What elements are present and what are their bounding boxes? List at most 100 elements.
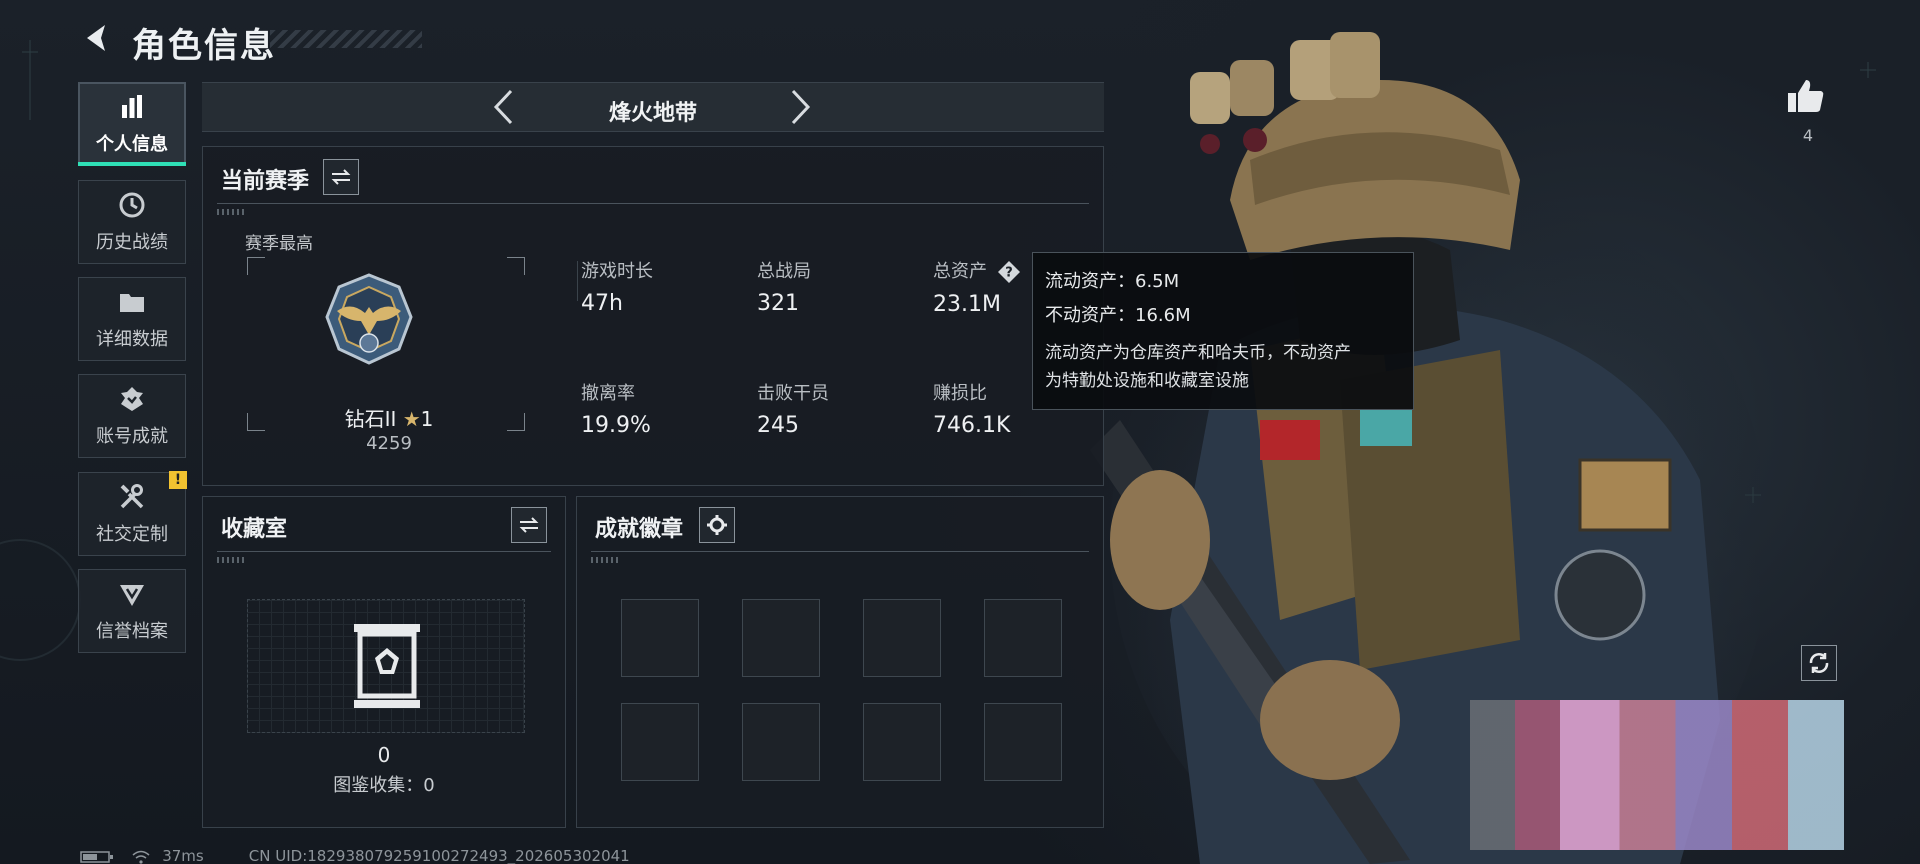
rank-emblem-icon [325,273,413,365]
sidebar-item-account-achievements[interactable]: 账号成就 [78,374,186,458]
switch-season-button[interactable] [323,159,359,195]
sidebar-item-label: 详细数据 [96,329,168,350]
like-count: 4 [1802,126,1814,145]
sidebar-item-label: 账号成就 [96,426,168,447]
sidebar-item-detailed-data[interactable]: 详细数据 [78,277,186,361]
season-title: 当前赛季 [221,169,310,194]
frame-corner [247,413,265,431]
help-icon[interactable]: ? [997,260,1021,284]
svg-text:?: ? [1005,266,1013,281]
stat-label: 撤离率 [581,383,635,404]
uid: CN UID:182938079259100272493_20260530204… [248,847,630,864]
rank-label: 钻石II ★1 [329,403,449,432]
collection-panel: 收藏室 0 图鉴收集：0 [202,496,566,828]
stat-play-time: 游戏时长 47h [581,257,653,316]
pixelated-area [1470,700,1844,850]
sidebar-item-history[interactable]: 历史战绩 [78,180,186,264]
back-button[interactable] [76,18,116,58]
assets-desc-line1: 流动资产为仓库资产和哈夫币，不动资产 [1045,343,1351,363]
reputation-icon [120,585,144,606]
badge-slot[interactable] [742,599,820,677]
sidebar-item-label: 历史战绩 [96,232,168,253]
swap-icon [519,517,539,533]
season-best-label: 赛季最高 [245,234,313,254]
rank-name: 钻石II [344,407,397,431]
codex-collection: 图鉴收集：0 [333,775,435,796]
like-button[interactable] [1786,78,1830,118]
stat-value: 47h [581,291,623,316]
badge-slot[interactable] [863,703,941,781]
badge-slot[interactable] [863,599,941,677]
next-mode-button[interactable] [780,87,820,127]
badge-slot[interactable] [984,703,1062,781]
sidebar-item-personal-info[interactable]: 个人信息 [78,82,186,166]
thumbs-up-icon [1788,80,1824,112]
warning-badge: ! [169,471,187,489]
refresh-icon [1809,653,1829,673]
bar-chart-icon [122,95,142,118]
sidebar-item-social-customize[interactable]: 社交定制 ! [78,471,187,556]
divider [217,551,551,552]
frame-corner [507,257,525,275]
assets-tooltip: 流动资产：6.5M 不动资产：16.6M 流动资产为仓库资产和哈夫币，不动资产 … [1032,252,1414,410]
achievements-title: 成就徽章 [595,517,684,542]
frame-corner [247,257,265,275]
badge-slot[interactable] [742,703,820,781]
sidebar-item-reputation[interactable]: 信誉档案 [78,569,186,653]
divider-marks [591,557,619,563]
frame-corner [507,413,525,431]
sidebar-item-label: 个人信息 [96,134,168,155]
collection-preview[interactable] [247,599,525,733]
stat-label: 赚损比 [933,383,987,404]
stat-value: 19.9% [581,413,651,438]
badge-slot[interactable] [621,599,699,677]
stat-profit-loss: 赚损比 746.1K [933,379,1010,438]
mode-name: 烽火地带 [608,101,697,126]
switch-collection-button[interactable] [511,507,547,543]
gear-icon [707,515,727,535]
wifi-icon [132,850,150,864]
mode-selector: 烽火地带 [202,82,1104,132]
collection-count: 0 [377,743,391,767]
rank-points: 4259 [366,433,412,454]
stat-label: 总战局 [757,261,811,282]
badge-slot[interactable] [984,599,1062,677]
sidebar-item-label: 社交定制 [96,524,168,545]
stat-total-matches: 总战局 321 [757,257,811,316]
title-decoration [270,30,422,48]
stat-label: 总资产 ? [933,257,1021,284]
folder-icon [120,294,144,312]
divider [591,551,1089,552]
stat-value: 245 [757,413,799,438]
stat-label-text: 总资产 [933,261,987,282]
divider [577,261,578,301]
achievement-icon [121,387,143,411]
rank-stars: 1 [420,407,434,431]
ping: 37ms [162,847,204,864]
stat-label: 击败干员 [757,383,829,404]
liquid-assets: 流动资产：6.5M [1045,271,1180,292]
back-arrow-icon [87,25,105,51]
divider-marks [217,209,245,215]
sidebar-item-label: 信誉档案 [96,621,168,642]
stat-value: 321 [757,291,799,316]
stat-extract-rate: 撤离率 19.9% [581,379,651,438]
divider [217,203,1089,204]
stat-total-assets: 总资产 ? 23.1M [933,257,1021,317]
refresh-button[interactable] [1801,645,1837,681]
season-panel: 当前赛季 赛季最高 钻石II ★1 4259 游戏时长 47h 总战局 321 … [202,146,1104,486]
history-clock-icon [119,192,145,218]
star-icon: ★ [402,407,421,431]
stat-kills: 击败干员 245 [757,379,829,438]
achievements-settings-button[interactable] [699,507,735,543]
swap-icon [331,169,351,185]
assets-desc-line2: 为特勤处设施和收藏室设施 [1045,371,1249,391]
display-case-icon [354,624,420,708]
achievements-panel: 成就徽章 [576,496,1104,828]
battery-icon [80,850,113,863]
stat-value: 23.1M [933,292,1001,317]
collection-title: 收藏室 [221,517,288,542]
badge-slot[interactable] [621,703,699,781]
stat-value: 746.1K [933,413,1011,438]
chevron-right-icon [791,89,811,125]
